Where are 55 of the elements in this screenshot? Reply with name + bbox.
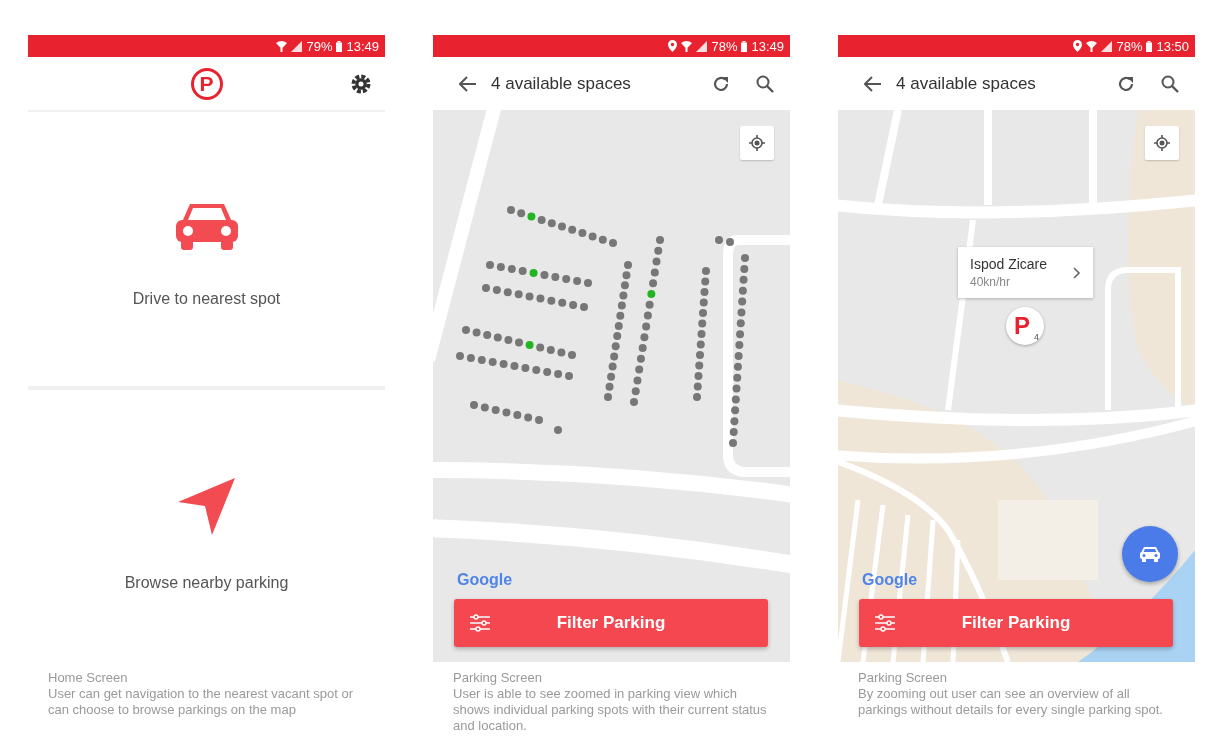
caption-title: Parking Screen [858,670,948,686]
battery-level: 78% [711,38,738,54]
caption-title: Parking Screen [453,670,543,686]
battery-icon [741,40,748,52]
option-card[interactable]: Drive to nearest spot [28,112,385,386]
chevron-right-icon[interactable] [1073,266,1081,279]
place-price: 40kn/hr [970,275,1012,289]
signal-icon [291,40,303,52]
refresh-icon[interactable] [712,74,730,93]
location-pin-icon [668,40,678,52]
my-location-icon [749,135,765,151]
wifi-icon [681,40,693,52]
battery-level: 78% [1116,38,1143,54]
clock-time: 13:49 [346,38,379,54]
parking-logo: P [190,67,223,100]
header-title: 4 available spaces [491,73,631,94]
caption-text: User is able to see zoomed in parking view which shows individual parking spots with their current status and location. [453,686,768,734]
filter-parking-button[interactable]: Filter Parking [859,599,1173,647]
wifi-icon [276,40,288,52]
sliders-icon [470,614,490,632]
option-label: Drive to nearest spot [132,290,281,308]
search-icon[interactable] [756,74,774,93]
marker-count: 4 [1034,332,1039,342]
my-location-button[interactable] [1145,126,1179,160]
car-icon [1140,546,1160,562]
settings-icon[interactable] [351,74,371,94]
navigation-arrow-icon[interactable] [177,478,236,536]
signal-icon [696,40,708,52]
google-logo: Google [862,571,918,589]
battery-level: 79% [306,38,333,54]
wifi-icon [1086,40,1098,52]
marker-letter: P [1014,315,1030,337]
clock-time: 13:50 [1156,38,1189,54]
option-card[interactable]: Browse nearby parking [28,390,385,662]
caption-text: By zooming out user can see an overview of all parkings without details for every single parking spot. [858,686,1164,718]
refresh-icon[interactable] [1117,74,1135,93]
google-logo: Google [457,571,513,589]
signal-icon [1101,40,1113,52]
filter-parking-button[interactable]: Filter Parking [454,599,768,647]
caption-text: User can get navigation to the nearest vacant spot or can choose to browse parkings on the map [48,686,354,718]
clock-time: 13:49 [751,38,784,54]
caption-title: Home Screen [48,670,129,686]
back-arrow-icon[interactable] [459,75,477,92]
place-name: Ispod Zicare [970,256,1049,272]
sliders-icon [875,614,895,632]
option-label: Browse nearby parking [124,574,289,592]
battery-icon [336,40,343,52]
my-location-icon [1154,135,1170,151]
info-window[interactable]: Ispod Zicare 40kn/hr [958,247,1093,298]
location-pin-icon [1073,40,1083,52]
my-location-button[interactable] [740,126,774,160]
back-arrow-icon[interactable] [864,75,882,92]
search-icon[interactable] [1161,74,1179,93]
header-title: 4 available spaces [896,73,1036,94]
battery-icon [1146,40,1153,52]
